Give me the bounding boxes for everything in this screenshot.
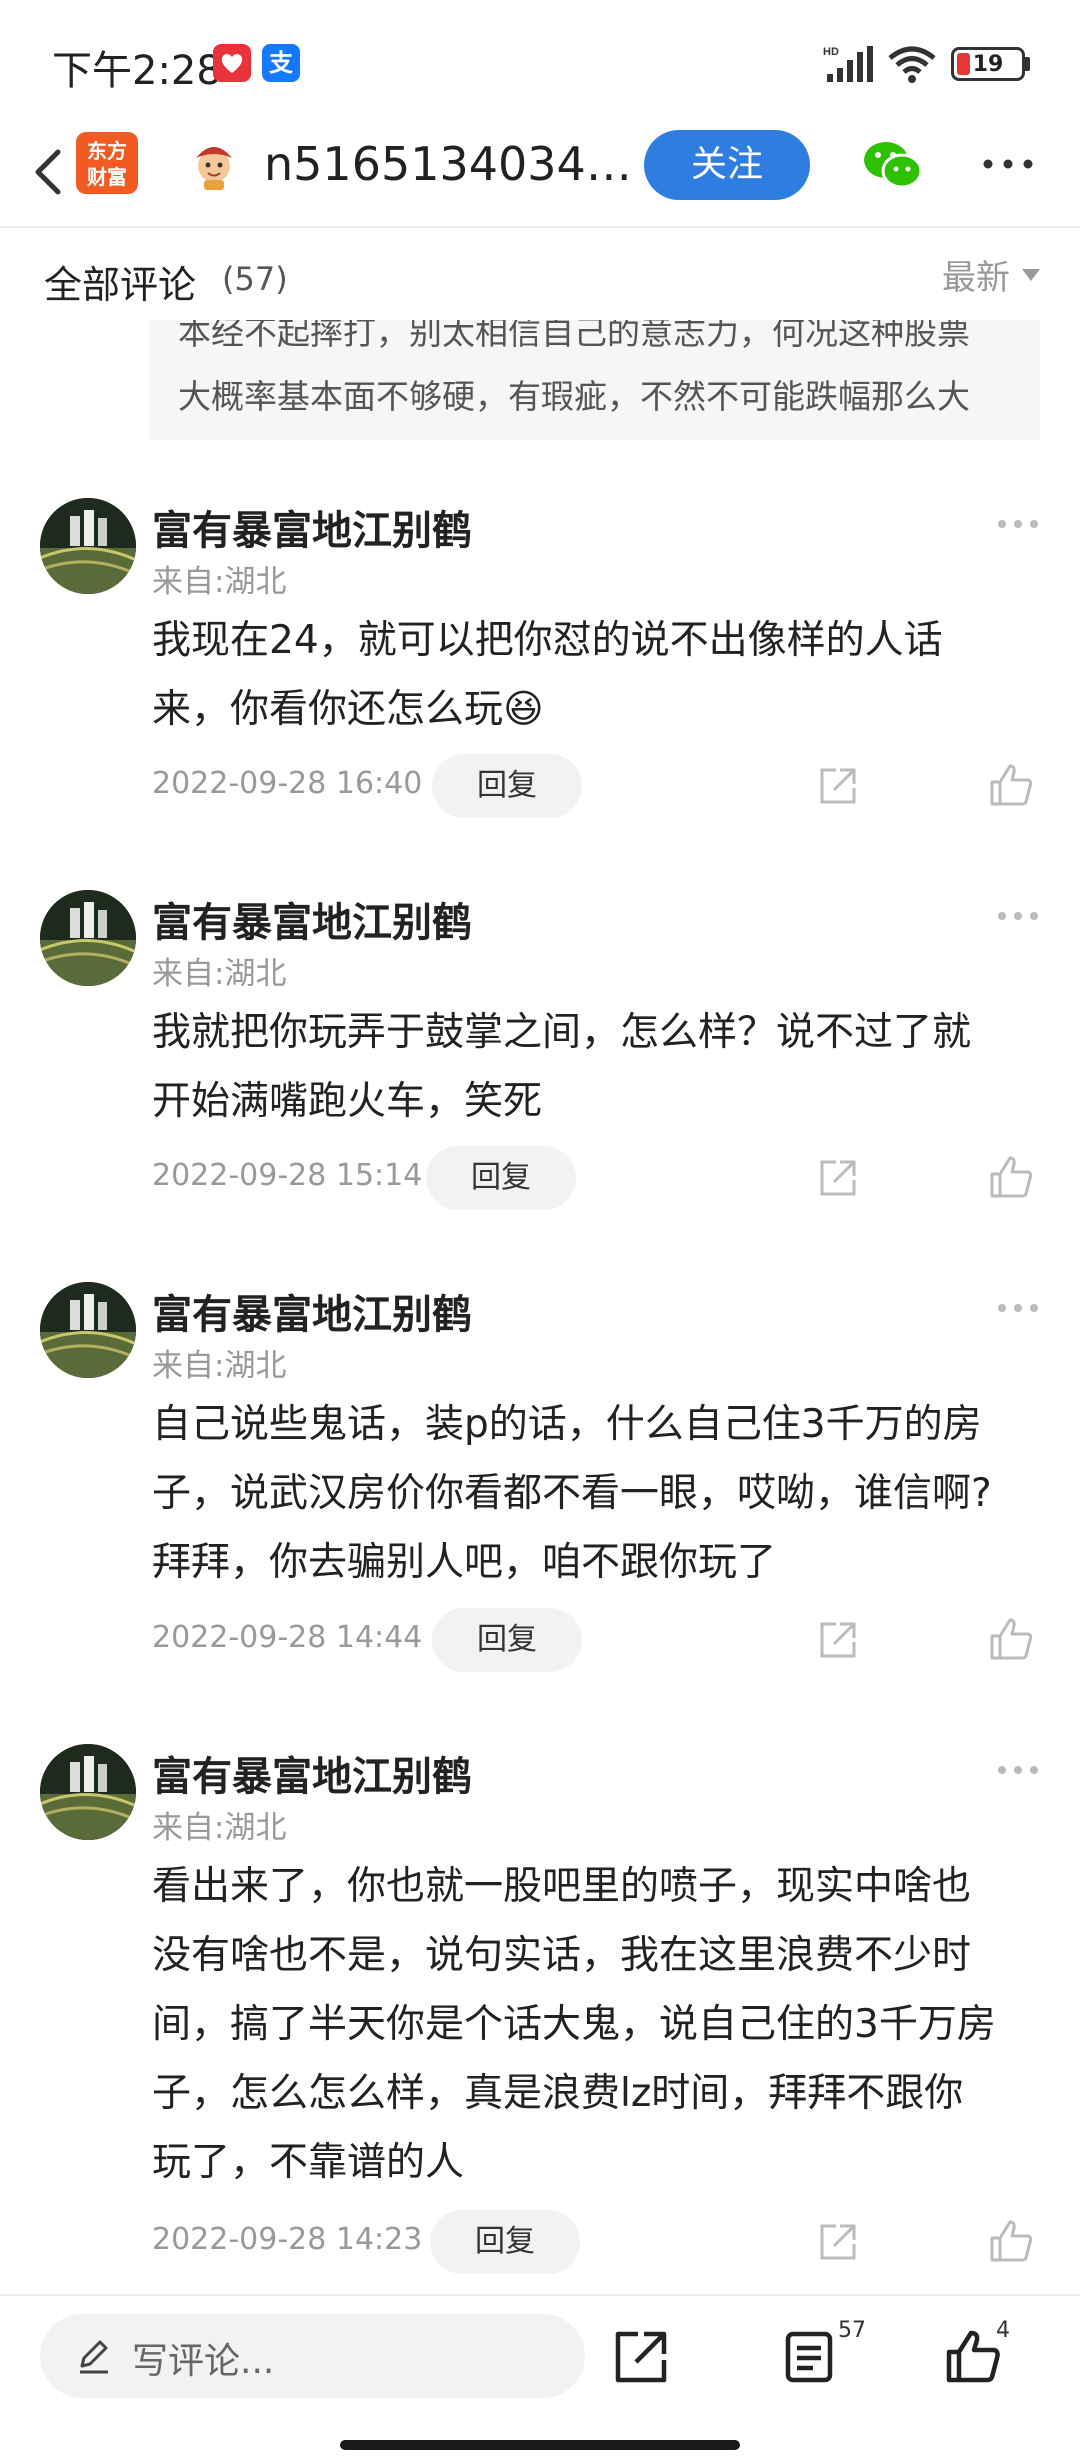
commenter-name[interactable]: 富有暴富地江别鹤 bbox=[152, 1744, 472, 1802]
share-icon[interactable] bbox=[816, 1156, 860, 1200]
comment-footer: 2022-09-28 15:14 回复 bbox=[0, 1146, 1080, 1212]
comment-more-icon[interactable] bbox=[996, 518, 1040, 530]
share-icon[interactable] bbox=[816, 1618, 860, 1662]
share-icon[interactable] bbox=[816, 764, 860, 808]
write-comment-input[interactable]: 写评论... bbox=[40, 2314, 585, 2398]
brand-logo-line2: 财富 bbox=[87, 165, 127, 189]
status-bar: 下午2:28 支 HD 19 bbox=[0, 0, 1080, 120]
battery-level: 19 bbox=[972, 51, 1004, 77]
top-nav-bar: 东方 财富 n51651340341... 关注 bbox=[0, 120, 1080, 228]
commenter-avatar[interactable] bbox=[40, 890, 136, 986]
commenter-location: 来自:湖北 bbox=[152, 1348, 287, 1384]
quoted-original-post: 本经不起摔打，别太相信自己的意志力，何况这种股票 大概率基本面不够硬，有瑕疵，不… bbox=[150, 300, 1040, 440]
battery-indicator: 19 bbox=[951, 47, 1025, 81]
pencil-icon bbox=[80, 2340, 108, 2374]
commenter-avatar[interactable] bbox=[40, 1282, 136, 1378]
comment-time: 2022-09-28 14:23 bbox=[152, 2222, 423, 2257]
commenter-name[interactable]: 富有暴富地江别鹤 bbox=[152, 498, 472, 556]
sort-label: 最新 bbox=[942, 258, 1010, 298]
like-icon[interactable] bbox=[988, 762, 1034, 808]
like-icon[interactable] bbox=[988, 1154, 1034, 1200]
comment-text: 看出来了，你也就一股吧里的喷子，现实中啥也 没有啥也不是，说句实话，我在这里浪费… bbox=[152, 1864, 996, 2185]
likes-count-badge: 4 bbox=[996, 2318, 1010, 2343]
comment-text: 我就把你玩弄于鼓掌之间，怎么样？说不过了就 开始满嘴跑火车，笑死 bbox=[152, 1010, 972, 1124]
comment-more-icon[interactable] bbox=[996, 1764, 1040, 1776]
comment-more-icon[interactable] bbox=[996, 1302, 1040, 1314]
status-time: 下午2:28 bbox=[52, 48, 222, 94]
comment-time: 2022-09-28 16:40 bbox=[152, 766, 423, 801]
comment-footer: 2022-09-28 14:44 回复 bbox=[0, 1608, 1080, 1674]
comments-list-icon[interactable] bbox=[780, 2328, 838, 2386]
user-avatar[interactable] bbox=[186, 136, 242, 192]
back-button[interactable] bbox=[18, 140, 82, 204]
comment-footer: 2022-09-28 14:23 回复 bbox=[0, 2210, 1080, 2276]
quote-line: 大概率基本面不够硬，有瑕疵，不然不可能跌幅那么大 bbox=[178, 377, 970, 416]
comment-text: 我现在24，就可以把你怼的说不出像样的人话 来，你看你还怎么玩😆 bbox=[152, 618, 943, 732]
home-indicator bbox=[340, 2440, 740, 2450]
signal-icon: HD bbox=[823, 46, 873, 82]
commenter-location: 来自:湖北 bbox=[152, 1810, 287, 1846]
page-title: n51651340341... bbox=[264, 137, 634, 191]
comments-count-badge: 57 bbox=[838, 2318, 866, 2343]
caret-down-icon bbox=[1022, 268, 1040, 281]
network-label: HD bbox=[823, 46, 839, 58]
like-icon[interactable] bbox=[988, 2218, 1034, 2264]
comment-time: 2022-09-28 15:14 bbox=[152, 1158, 423, 1193]
wifi-icon bbox=[888, 46, 936, 83]
commenter-location: 来自:湖北 bbox=[152, 564, 287, 600]
commenter-avatar[interactable] bbox=[40, 1744, 136, 1840]
reply-button[interactable]: 回复 bbox=[426, 1146, 576, 1210]
sort-dropdown[interactable]: 最新 bbox=[942, 250, 1040, 299]
comments-title: 全部评论 bbox=[44, 263, 197, 307]
commenter-name[interactable]: 富有暴富地江别鹤 bbox=[152, 1282, 472, 1340]
notification-app-icon bbox=[213, 44, 251, 82]
more-options-icon[interactable] bbox=[982, 152, 1034, 176]
comments-section-header: 全部评论 (57) 最新 bbox=[0, 240, 1080, 320]
comment-more-icon[interactable] bbox=[996, 910, 1040, 922]
comment-time: 2022-09-28 14:44 bbox=[152, 1620, 423, 1655]
alipay-icon: 支 bbox=[262, 44, 300, 82]
header-divider bbox=[0, 226, 1080, 228]
brand-logo-line1: 东方 bbox=[87, 139, 127, 163]
comment-text: 自己说些鬼话，装p的话，什么自己住3千万的房 子，说武汉房价你看都不看一眼，哎呦… bbox=[152, 1402, 992, 1585]
bottom-action-bar: 写评论... 57 4 bbox=[0, 2296, 1080, 2460]
comment-placeholder: 写评论... bbox=[132, 2341, 275, 2382]
follow-button[interactable]: 关注 bbox=[644, 130, 810, 200]
brand-logo[interactable]: 东方 财富 bbox=[76, 132, 138, 194]
reply-button[interactable]: 回复 bbox=[432, 1608, 582, 1672]
commenter-location: 来自:湖北 bbox=[152, 956, 287, 992]
reply-button[interactable]: 回复 bbox=[432, 754, 582, 818]
wechat-icon[interactable] bbox=[862, 140, 924, 190]
like-icon[interactable] bbox=[944, 2328, 1002, 2386]
commenter-avatar[interactable] bbox=[40, 498, 136, 594]
like-icon[interactable] bbox=[988, 1616, 1034, 1662]
commenter-name[interactable]: 富有暴富地江别鹤 bbox=[152, 890, 472, 948]
comment-footer: 2022-09-28 16:40 回复 bbox=[0, 754, 1080, 820]
share-icon[interactable] bbox=[612, 2328, 670, 2386]
comments-count: (57) bbox=[222, 260, 288, 298]
share-icon[interactable] bbox=[816, 2220, 860, 2264]
status-indicators: HD 19 bbox=[823, 44, 1030, 84]
reply-button[interactable]: 回复 bbox=[430, 2210, 580, 2274]
